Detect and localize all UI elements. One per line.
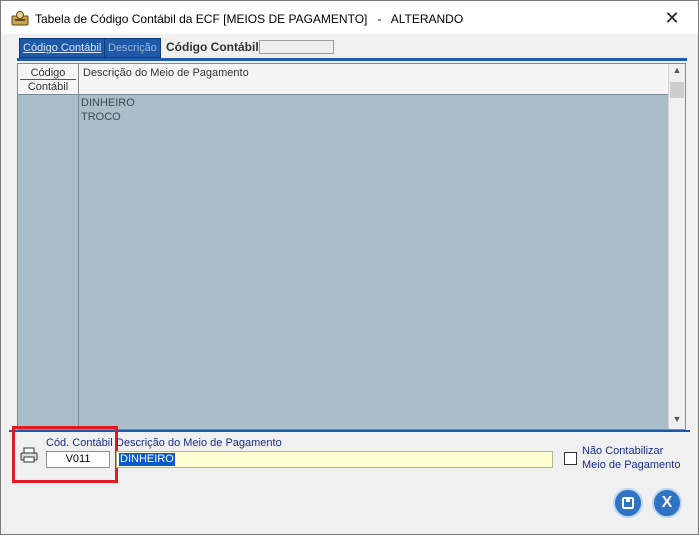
tab-bar: Código Contábil Descrição Código Contábi… (17, 37, 687, 58)
table-row[interactable]: DINHEIRO (81, 96, 135, 110)
save-icon (622, 497, 634, 509)
highlight-frame (12, 426, 118, 483)
column-header-codigo-line2: Contábil (27, 81, 69, 93)
title-bar: Tabela de Código Contábil da ECF [MEIOS … (1, 1, 698, 34)
exit-button[interactable]: X (652, 488, 682, 518)
search-label: Código Contábil: (166, 40, 263, 54)
tab-codigo-contabil[interactable]: Código Contábil (19, 38, 106, 58)
descricao-selected-text: DINHEIRO (119, 453, 175, 466)
grid-rows: DINHEIRO TROCO (81, 96, 135, 124)
tab-divider (17, 58, 687, 61)
column-header-codigo[interactable]: Código Contábil (18, 64, 78, 95)
nao-contabilizar-label-line2: Meio de Pagamento (582, 459, 681, 471)
nao-contabilizar-label[interactable]: Não Contabilizar Meio de Pagamento (582, 444, 680, 472)
close-icon[interactable]: ✕ (652, 5, 692, 31)
main-window: Tabela de Código Contábil da ECF [MEIOS … (0, 0, 699, 535)
vertical-scrollbar[interactable]: ▲ ▼ (668, 64, 685, 429)
scroll-up-icon[interactable]: ▲ (669, 65, 685, 79)
scroll-thumb[interactable] (670, 82, 684, 98)
tab-descricao[interactable]: Descrição (104, 38, 161, 58)
window-title: Tabela de Código Contábil da ECF [MEIOS … (35, 12, 464, 26)
table-row[interactable]: TROCO (81, 110, 135, 124)
search-input[interactable] (259, 40, 334, 54)
descricao-input[interactable]: DINHEIRO (116, 451, 553, 468)
exit-icon: X (661, 494, 673, 511)
descricao-label: Descrição do Meio de Pagamento (116, 437, 282, 449)
data-grid[interactable]: Código Contábil Descrição do Meio de Pag… (17, 63, 686, 430)
app-icon (11, 11, 29, 26)
column-header-codigo-line1: Código (30, 67, 66, 79)
grid-column-codigo (18, 64, 79, 429)
save-button[interactable] (613, 488, 643, 518)
nao-contabilizar-checkbox[interactable] (564, 452, 577, 465)
column-header-descricao[interactable]: Descrição do Meio de Pagamento (79, 64, 668, 95)
scroll-down-icon[interactable]: ▼ (669, 414, 685, 428)
column-header-descricao-label: Descrição do Meio de Pagamento (83, 67, 249, 79)
header-separator (20, 79, 76, 80)
nao-contabilizar-label-line1: Não Contabilizar (582, 445, 664, 457)
